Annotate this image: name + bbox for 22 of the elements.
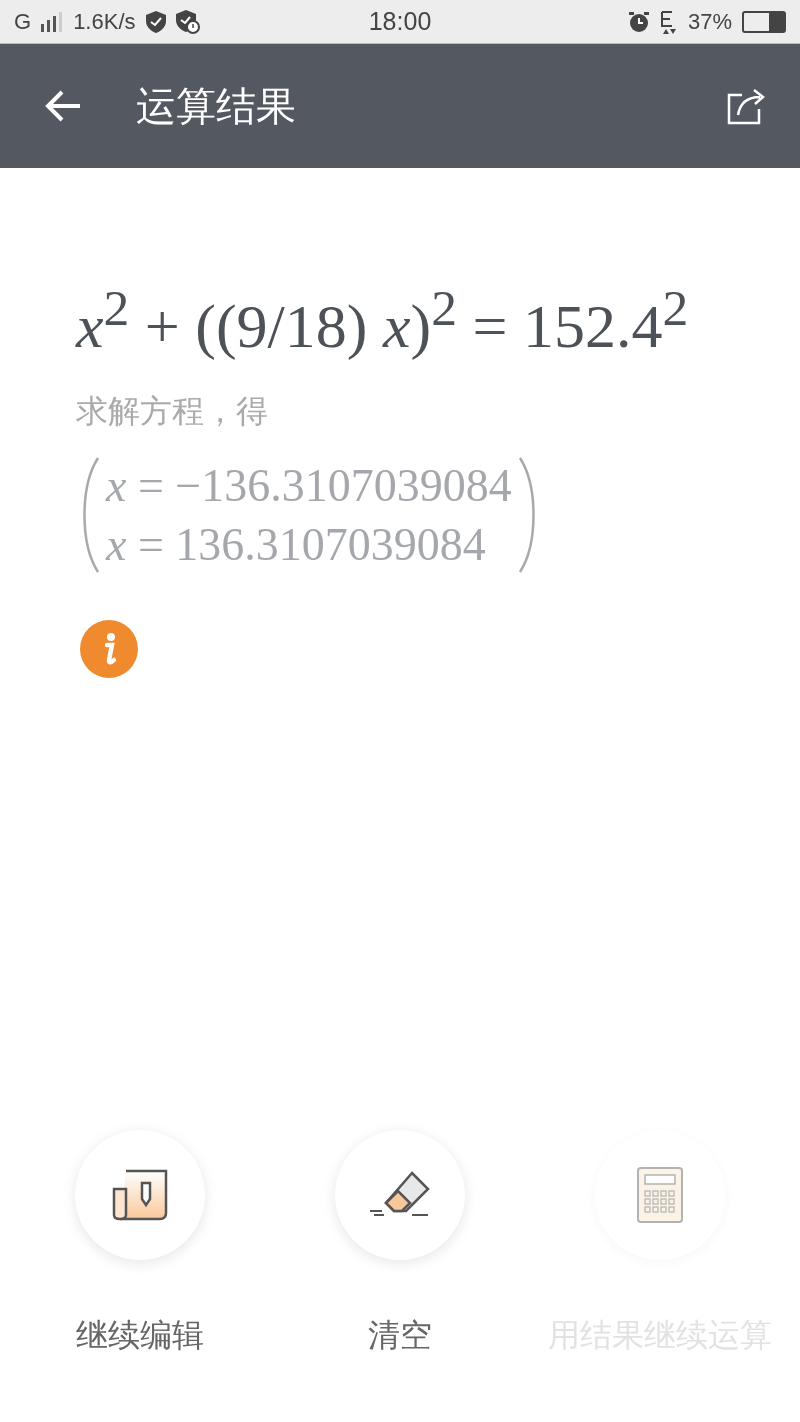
- network-speed: 1.6K/s: [73, 8, 136, 35]
- shield-clock-icon: [175, 9, 200, 34]
- clock-time: 18:00: [368, 7, 432, 36]
- calculator-icon: [637, 1167, 683, 1223]
- solution: x = −136.3107039084: [106, 458, 512, 512]
- shield-icon: [145, 10, 166, 33]
- signal-icon: [41, 11, 64, 32]
- battery-percent: 37%: [687, 8, 732, 35]
- eraser-icon: [368, 1171, 432, 1219]
- data-saver-icon: [659, 9, 678, 34]
- action-label: 清空: [368, 1315, 432, 1356]
- document-pen-icon: [112, 1167, 168, 1223]
- battery-icon: [742, 10, 786, 33]
- screen-title: 运算结果: [136, 81, 297, 131]
- back-arrow-icon[interactable]: [44, 89, 82, 123]
- alarm-icon: [627, 10, 650, 33]
- solution: x = 136.3107039084: [106, 517, 487, 571]
- share-icon[interactable]: [726, 87, 766, 125]
- caption: 求解方程，得: [76, 390, 268, 432]
- action-label: 继续编辑: [76, 1315, 204, 1356]
- equation: x$^{2}$ + ((9/18) x)$^{2}$ = 152.4$^{2}$: [76, 278, 689, 362]
- network-type: G: [14, 8, 32, 35]
